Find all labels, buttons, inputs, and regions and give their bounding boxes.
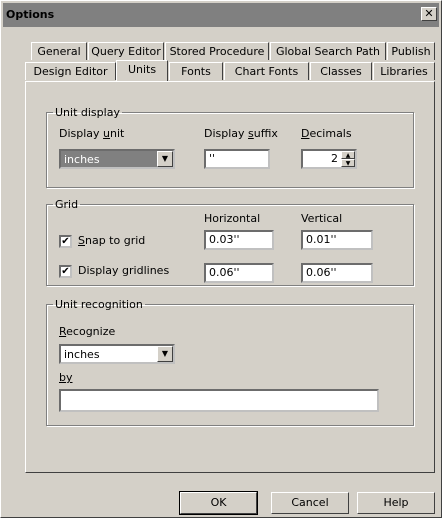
spin-up-icon[interactable]: ▲ <box>341 151 355 159</box>
tab-stored-procedure[interactable]: Stored Procedure <box>165 42 269 60</box>
horizontal-label: Horizontal <box>204 212 261 225</box>
dropdown-button[interactable]: ▼ <box>157 346 173 362</box>
snap-vertical-field[interactable]: 0.01'' <box>301 230 373 250</box>
display-gridlines-checkbox[interactable]: ✔ <box>59 265 72 278</box>
tab-units[interactable]: Units <box>116 60 168 81</box>
unit-recognition-legend: Unit recognition <box>55 298 143 311</box>
snap-horizontal-field[interactable]: 0.03'' <box>204 230 274 250</box>
tab-classes[interactable]: Classes <box>310 62 372 80</box>
decimals-label: Decimals <box>301 127 352 140</box>
by-label: by <box>59 371 73 384</box>
by-field[interactable] <box>59 389 379 412</box>
tab-query-editor[interactable]: Query Editor <box>88 42 164 60</box>
chevron-down-icon: ▼ <box>161 349 169 358</box>
tab-fonts[interactable]: Fonts <box>169 62 223 80</box>
recognize-value: inches <box>64 348 100 361</box>
tab-design-editor[interactable]: Design Editor <box>25 62 116 80</box>
tab-chart-fonts[interactable]: Chart Fonts <box>224 62 309 80</box>
title-bar[interactable]: Options ✕ <box>3 3 439 27</box>
unit-display-legend: Unit display <box>55 106 120 119</box>
close-icon: ✕ <box>424 7 434 20</box>
display-unit-select[interactable]: inches ▼ <box>59 149 175 169</box>
decimals-spinner[interactable]: 2 ▲ ▼ <box>301 149 357 169</box>
tab-general[interactable]: General <box>31 42 87 60</box>
gridlines-vertical-field[interactable]: 0.06'' <box>301 263 373 283</box>
help-button[interactable]: Help <box>357 492 435 514</box>
spin-buttons[interactable]: ▲ ▼ <box>341 151 355 167</box>
snap-to-grid-checkbox[interactable]: ✔ <box>59 235 72 248</box>
grid-legend: Grid <box>55 198 79 211</box>
tab-publish[interactable]: Publish <box>387 42 435 60</box>
display-suffix-label: Display suffix <box>204 127 278 140</box>
check-icon: ✔ <box>61 266 70 277</box>
tab-global-search-path[interactable]: Global Search Path <box>270 42 386 60</box>
vertical-label: Vertical <box>301 212 343 225</box>
spin-down-icon[interactable]: ▼ <box>341 159 355 167</box>
cancel-button[interactable]: Cancel <box>271 492 349 514</box>
display-unit-label: Display unit <box>59 127 125 140</box>
display-unit-value: inches <box>64 153 100 166</box>
decimals-value: 2 <box>331 152 338 165</box>
tab-libraries[interactable]: Libraries <box>373 62 435 80</box>
unit-display-group: Unit display <box>46 106 414 188</box>
chevron-down-icon: ▼ <box>161 154 169 163</box>
check-icon: ✔ <box>61 236 70 247</box>
display-gridlines-label: Display gridlines <box>78 264 170 277</box>
ok-button[interactable]: OK <box>179 491 258 515</box>
gridlines-horizontal-field[interactable]: 0.06'' <box>204 263 274 283</box>
window-title: Options <box>6 8 55 21</box>
dropdown-button[interactable]: ▼ <box>157 151 173 167</box>
options-dialog: Options ✕ General Query Editor Stored Pr… <box>0 0 442 518</box>
units-tab-panel: Unit display Display unit inches ▼ Displ… <box>25 81 435 473</box>
display-suffix-field[interactable]: '' <box>204 149 270 169</box>
recognize-label: Recognize <box>59 325 116 338</box>
close-button[interactable]: ✕ <box>421 7 437 21</box>
snap-to-grid-label: Snap to grid <box>78 234 146 247</box>
recognize-select[interactable]: inches ▼ <box>59 344 175 364</box>
